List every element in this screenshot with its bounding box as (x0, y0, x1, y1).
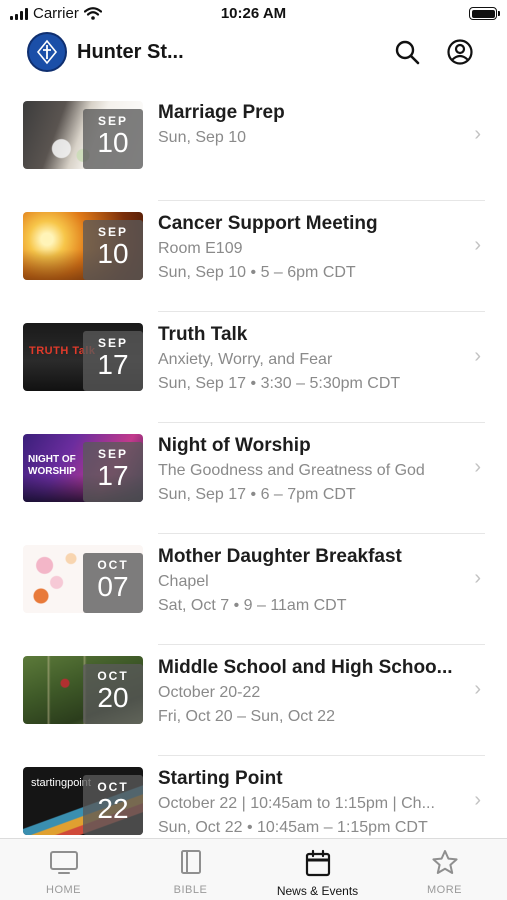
event-thumbnail: NIGHT OF WORSHIP SEP 17 (23, 434, 143, 502)
event-title: Night of Worship (158, 435, 311, 456)
chevron-right-icon: › (474, 234, 481, 256)
profile-icon (447, 39, 473, 65)
chevron-right-icon: › (474, 678, 481, 700)
event-date: Sun, Sep 17 • 6 – 7pm CDT (158, 486, 356, 503)
event-row-marriage-prep[interactable]: SEP 10 Marriage Prep Sun, Sep 10 › (0, 90, 507, 201)
tab-label: News & Events (276, 884, 359, 898)
event-date: Sun, Sep 17 • 3:30 – 5:30pm CDT (158, 375, 401, 392)
thumbnail-label: startingpoint (31, 777, 91, 789)
event-title: Cancer Support Meeting (158, 213, 378, 234)
tab-label: BIBLE (173, 884, 208, 896)
tab-more[interactable]: MORE (381, 839, 507, 900)
event-title: Middle School and High Schoo... (158, 657, 453, 678)
event-date: Sat, Oct 7 • 9 – 11am CDT (158, 597, 347, 614)
chevron-right-icon: › (474, 345, 481, 367)
tab-home[interactable]: HOME (0, 839, 127, 900)
event-date: Sun, Sep 10 (158, 129, 247, 146)
event-subtitle: October 22 | 10:45am to 1:15pm | Ch... (158, 795, 435, 812)
event-list: SEP 10 Marriage Prep Sun, Sep 10 › SEP 1… (0, 90, 507, 838)
date-badge: OCT 20 (83, 664, 143, 724)
event-thumbnail: OCT 07 (23, 545, 143, 613)
date-badge: SEP 17 (83, 331, 143, 391)
event-subtitle: The Goodness and Greatness of God (158, 462, 425, 479)
event-location: Chapel (158, 573, 209, 590)
profile-button[interactable] (446, 38, 474, 66)
church-logo[interactable] (27, 32, 67, 72)
date-badge: OCT 07 (83, 553, 143, 613)
tab-label: MORE (427, 884, 462, 896)
event-date: Sun, Oct 22 • 10:45am – 1:15pm CDT (158, 819, 428, 836)
chevron-right-icon: › (474, 567, 481, 589)
event-subtitle: October 20-22 (158, 684, 261, 701)
event-thumbnail: startingpoint OCT 22 (23, 767, 143, 835)
event-row-starting-point[interactable]: startingpoint OCT 22 Starting Point Octo… (0, 756, 507, 838)
event-subtitle: Anxiety, Worry, and Fear (158, 351, 333, 368)
event-row-mother-daughter-breakfast[interactable]: OCT 07 Mother Daughter Breakfast Chapel … (0, 534, 507, 645)
monitor-icon (49, 851, 78, 874)
tab-bible[interactable]: BIBLE (127, 839, 254, 900)
event-date: Fri, Oct 20 – Sun, Oct 22 (158, 708, 335, 725)
event-date: Sun, Sep 10 • 5 – 6pm CDT (158, 264, 356, 281)
status-bar: Carrier 10:26 AM (0, 0, 507, 28)
event-title: Truth Talk (158, 324, 248, 345)
event-title: Marriage Prep (158, 102, 285, 123)
event-thumbnail: SEP 10 (23, 101, 143, 169)
event-row-middle-high-school[interactable]: OCT 20 Middle School and High Schoo... O… (0, 645, 507, 756)
date-badge: OCT 22 (83, 775, 143, 835)
status-time: 10:26 AM (220, 5, 287, 22)
app-header: Hunter St... (0, 30, 507, 76)
event-thumbnail: TRUTH Talk SEP 17 (23, 323, 143, 391)
thumbnail-label: NIGHT OF WORSHIP (28, 454, 76, 477)
date-badge: SEP 10 (83, 109, 143, 169)
chevron-right-icon: › (474, 123, 481, 145)
search-icon (395, 40, 420, 65)
tab-news-events[interactable]: News & Events (254, 839, 381, 900)
event-row-cancer-support[interactable]: SEP 10 Cancer Support Meeting Room E109 … (0, 201, 507, 312)
event-location: Room E109 (158, 240, 243, 257)
event-title: Mother Daughter Breakfast (158, 546, 402, 567)
search-button[interactable] (393, 38, 421, 66)
star-icon (431, 850, 458, 874)
date-badge: SEP 10 (83, 220, 143, 280)
event-thumbnail: SEP 10 (23, 212, 143, 280)
app-title: Hunter St... (77, 41, 184, 63)
tab-label: HOME (46, 884, 81, 896)
chevron-right-icon: › (474, 456, 481, 478)
event-thumbnail: OCT 20 (23, 656, 143, 724)
tab-bar: HOME BIBLE News & Events MORE (0, 838, 507, 900)
date-badge: SEP 17 (83, 442, 143, 502)
event-row-night-of-worship[interactable]: NIGHT OF WORSHIP SEP 17 Night of Worship… (0, 423, 507, 534)
chevron-right-icon: › (474, 789, 481, 811)
event-row-truth-talk[interactable]: TRUTH Talk SEP 17 Truth Talk Anxiety, Wo… (0, 312, 507, 423)
logo-icon (36, 39, 58, 65)
book-icon (180, 850, 201, 874)
event-title: Starting Point (158, 768, 283, 789)
calendar-icon (305, 849, 330, 877)
battery-icon (469, 7, 500, 20)
